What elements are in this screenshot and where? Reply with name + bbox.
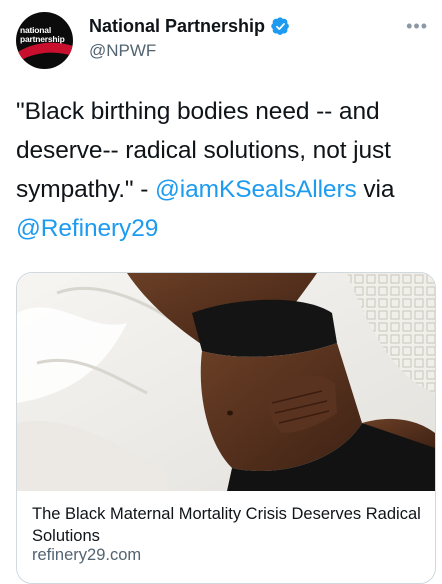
tweet-body-via: via	[356, 176, 395, 203]
display-name[interactable]: National Partnership	[89, 16, 265, 37]
mention-link-author[interactable]: @iamKSealsAllers	[155, 176, 357, 203]
card-domain: refinery29.com	[32, 546, 142, 564]
card-title[interactable]: The Black Maternal Mortality Crisis Dese…	[32, 503, 427, 547]
avatar[interactable]: national partnership	[16, 12, 73, 69]
tweet-text: "Black birthing bodies need -- and deser…	[16, 92, 426, 248]
mention-link-publisher[interactable]: @Refinery29	[16, 215, 158, 242]
verified-badge-icon	[271, 17, 289, 35]
more-horizontal-icon[interactable]: •••	[406, 16, 428, 37]
account-handle[interactable]: @NPWF	[89, 41, 156, 61]
name-row: National Partnership	[89, 16, 290, 37]
link-preview-card[interactable]: The Black Maternal Mortality Crisis Dese…	[16, 272, 436, 584]
article-photo[interactable]	[17, 273, 435, 491]
avatar-logo-text: national partnership	[20, 25, 65, 44]
